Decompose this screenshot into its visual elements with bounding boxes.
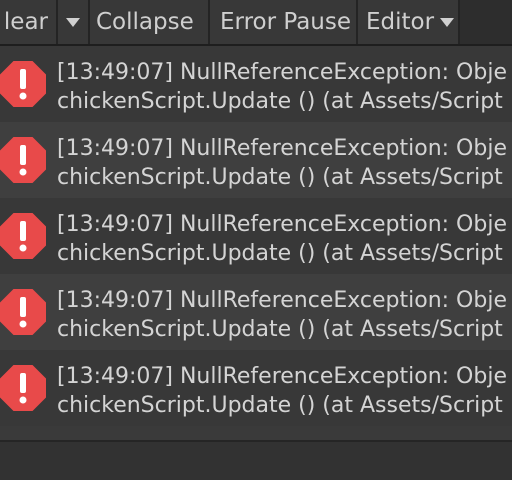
log-entry[interactable]: [13:49:07] NullReferenceException: Obje …: [0, 274, 512, 350]
error-pause-label: Error Pause: [220, 9, 352, 35]
log-message-line1: [13:49:07] NullReferenceException: Obje: [57, 60, 507, 85]
console-toolbar: lear Collapse Error Pause Editor: [0, 0, 512, 46]
chevron-down-icon: [66, 17, 80, 27]
log-message: [13:49:07] NullReferenceException: Obje …: [57, 210, 507, 268]
error-icon: [0, 213, 46, 259]
log-message-line2: chickenScript.Update () (at Assets/Scrip…: [57, 393, 503, 418]
console-window: lear Collapse Error Pause Editor [13:49:…: [0, 0, 512, 480]
error-pause-toggle[interactable]: Error Pause: [210, 0, 358, 44]
log-message-line2: chickenScript.Update () (at Assets/Scrip…: [57, 241, 503, 266]
log-message: [13:49:07] NullReferenceException: Obje …: [57, 362, 507, 420]
error-icon: [0, 61, 46, 107]
log-message-line1: [13:49:07] NullReferenceException: Obje: [57, 136, 507, 161]
error-icon: [0, 137, 46, 183]
editor-dropdown[interactable]: Editor: [358, 0, 460, 44]
log-entry[interactable]: [13:49:07] NullReferenceException: Obje …: [0, 46, 512, 122]
log-message: [13:49:07] NullReferenceException: Obje …: [57, 286, 507, 344]
log-entry[interactable]: [13:49:07] NullReferenceException: Obje …: [0, 198, 512, 274]
log-message-line2: chickenScript.Update () (at Assets/Scrip…: [57, 317, 503, 342]
log-message: [13:49:07] NullReferenceException: Obje …: [57, 58, 507, 116]
clear-button[interactable]: lear: [0, 0, 58, 44]
log-message: [13:49:07] NullReferenceException: Obje …: [57, 134, 507, 192]
toolbar-spacer: [460, 0, 512, 44]
collapse-label: Collapse: [96, 9, 194, 35]
log-message-line1: [13:49:07] NullReferenceException: Obje: [57, 364, 507, 389]
error-icon: [0, 289, 46, 335]
log-message-line2: chickenScript.Update () (at Assets/Scrip…: [57, 89, 503, 114]
chevron-down-icon: [440, 17, 455, 27]
log-message-line2: chickenScript.Update () (at Assets/Scrip…: [57, 165, 503, 190]
clear-options-dropdown[interactable]: [58, 0, 90, 44]
details-pane-divider[interactable]: [0, 440, 512, 480]
log-message-line1: [13:49:07] NullReferenceException: Obje: [57, 288, 507, 313]
log-entry[interactable]: [13:49:07] NullReferenceException: Obje …: [0, 350, 512, 426]
editor-label: Editor: [366, 9, 435, 35]
log-list[interactable]: [13:49:07] NullReferenceException: Obje …: [0, 46, 512, 456]
collapse-toggle[interactable]: Collapse: [90, 0, 210, 44]
clear-button-label: lear: [3, 9, 48, 35]
log-entry[interactable]: [13:49:07] NullReferenceException: Obje …: [0, 122, 512, 198]
log-message-line1: [13:49:07] NullReferenceException: Obje: [57, 212, 507, 237]
error-icon: [0, 365, 46, 411]
